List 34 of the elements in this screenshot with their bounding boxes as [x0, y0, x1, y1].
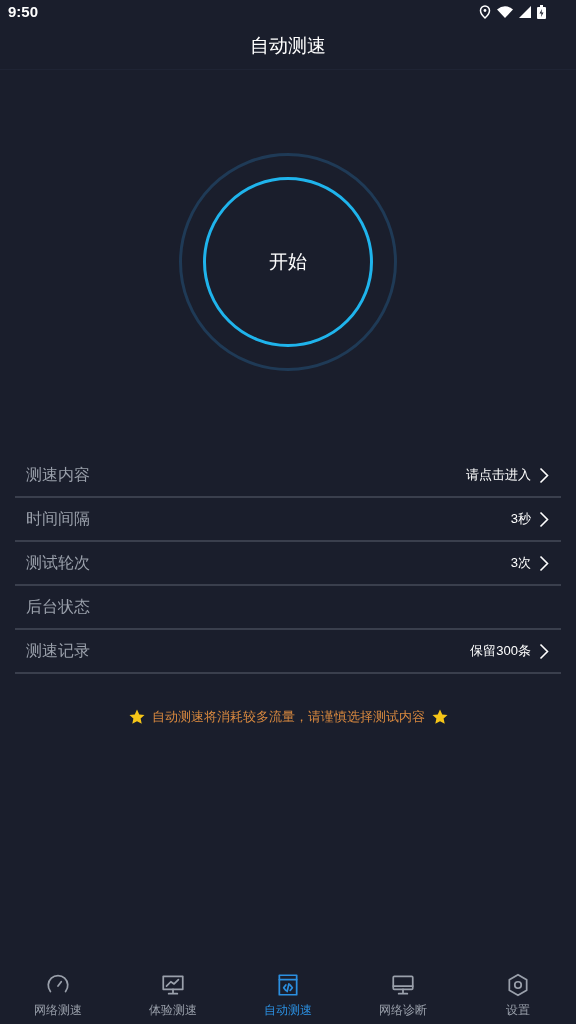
settings-row[interactable]: 时间间隔 3秒 — [15, 498, 561, 542]
chevron-right-icon — [539, 554, 549, 572]
setting-value: 3秒 — [510, 510, 531, 529]
setting-value: 3次 — [510, 554, 531, 573]
chevron-right-icon — [539, 642, 549, 660]
nav-tab[interactable]: 设置 — [460, 972, 576, 1019]
nav-tab[interactable]: 体验测速 — [115, 972, 231, 1019]
setting-label: 测速内容 — [26, 465, 90, 485]
settings-row[interactable]: 测速记录 保留300条 — [15, 630, 561, 674]
setting-value: 请点击进入 — [466, 466, 531, 485]
start-button[interactable]: 开始 — [203, 177, 373, 347]
settings-row[interactable]: 测试轮次 3次 — [15, 542, 561, 586]
setting-label: 测速记录 — [26, 641, 90, 661]
chart-monitor-icon — [159, 972, 186, 998]
signal-icon — [519, 6, 531, 18]
location-icon — [479, 5, 491, 19]
monitor-icon — [390, 972, 417, 998]
setting-label: 后台状态 — [26, 597, 90, 617]
nav-tab[interactable]: 自动测速 — [230, 972, 346, 1019]
page-title: 自动测速 — [250, 34, 326, 59]
chevron-right-icon — [539, 466, 549, 484]
wifi-icon — [497, 6, 513, 18]
warning-notice: 自动测速将消耗较多流量，请谨慎选择测试内容 — [151, 708, 425, 726]
chevron-right-icon — [539, 510, 549, 528]
setting-value: 保留300条 — [470, 642, 531, 661]
settings-row[interactable]: 测速内容 请点击进入 — [15, 454, 561, 498]
status-time: 9:50 — [8, 1, 39, 22]
battery-icon — [537, 5, 546, 19]
code-window-icon — [275, 972, 301, 998]
setting-label: 时间间隔 — [26, 509, 90, 529]
settings-row[interactable]: 后台状态 — [15, 586, 561, 630]
nav-tab[interactable]: 网络测速 — [0, 972, 116, 1019]
setting-label: 测试轮次 — [26, 553, 90, 573]
nav-tab[interactable]: 网络诊断 — [345, 972, 461, 1019]
